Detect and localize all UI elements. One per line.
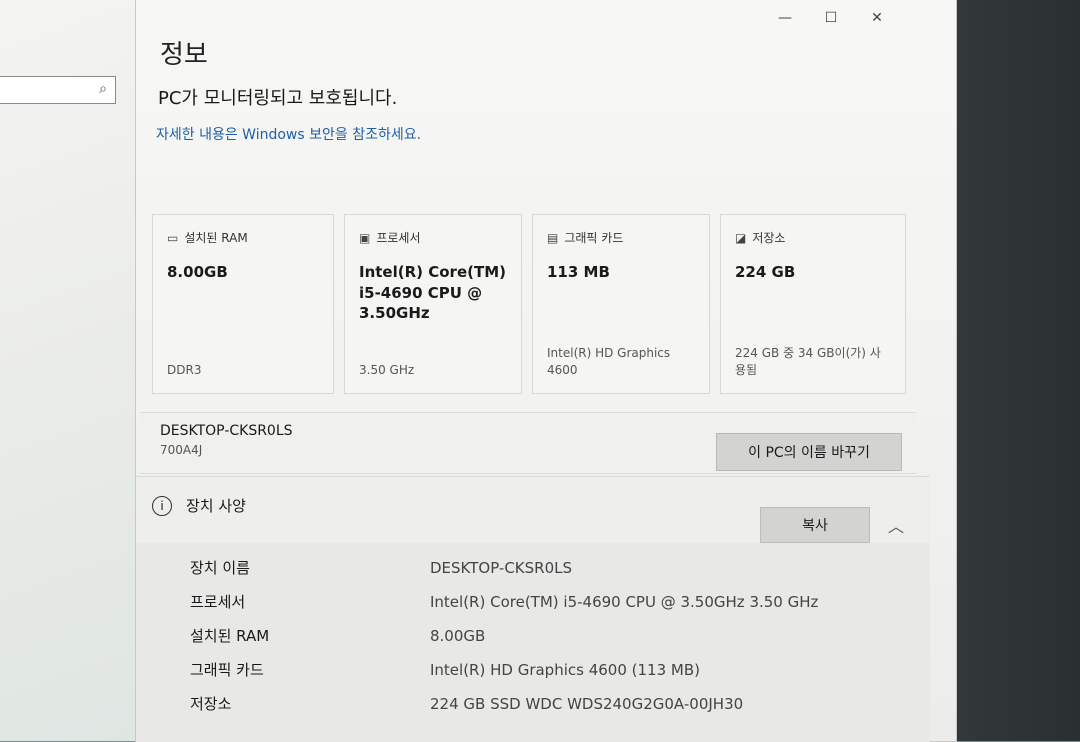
storage-icon: ◪ <box>735 230 747 245</box>
card-processor: ▣ 프로세서 Intel(R) Core(TM) i5-4690 CPU @ 3… <box>344 214 522 394</box>
spec-label: 장치 이름 <box>190 559 250 577</box>
spec-label: 그래픽 카드 <box>190 661 264 679</box>
chevron-up-icon[interactable]: ︿ <box>888 513 904 537</box>
spec-label: 프로세서 <box>190 593 246 611</box>
device-name: DESKTOP-CKSR0LS <box>160 423 293 439</box>
graphics-card-icon: ▤ <box>547 230 559 245</box>
card-graphics: ▤ 그래픽 카드 113 MB Intel(R) HD Graphics 460… <box>532 214 710 394</box>
spec-label: 저장소 <box>190 695 232 713</box>
windows-security-link[interactable]: 자세한 내용은 Windows 보안을 참조하세요. <box>156 124 421 144</box>
rename-pc-button[interactable]: 이 PC의 이름 바꾸기 <box>716 433 902 471</box>
card-label: 그래픽 카드 <box>564 231 624 245</box>
spec-row: 그래픽 카드 Intel(R) HD Graphics 4600 (113 MB… <box>136 659 930 689</box>
spec-row: 설치된 RAM 8.00GB <box>136 625 930 655</box>
ram-icon: ▭ <box>167 230 179 245</box>
spec-value: Intel(R) HD Graphics 4600 (113 MB) <box>430 661 700 679</box>
spec-value: DESKTOP-CKSR0LS <box>430 559 572 577</box>
card-value: Intel(R) Core(TM) i5-4690 CPU @ 3.50GHz <box>359 263 506 323</box>
processor-icon: ▣ <box>359 230 371 245</box>
window-controls: — ☐ ✕ <box>776 10 886 26</box>
card-footnote: 224 GB 중 34 GB이(가) 사용됨 <box>735 346 881 378</box>
page-title: 정보 <box>160 40 208 70</box>
card-footnote: DDR3 <box>167 363 202 378</box>
maximize-icon[interactable]: ☐ <box>822 10 840 26</box>
copy-button[interactable]: 복사 <box>760 507 870 543</box>
device-name-section: DESKTOP-CKSR0LS 700A4J 이 PC의 이름 바꾸기 <box>140 412 916 474</box>
device-model: 700A4J <box>160 443 203 457</box>
device-specs-title: 장치 사양 <box>186 497 246 515</box>
card-label: 설치된 RAM <box>184 231 248 245</box>
search-box[interactable]: ⌕ <box>0 76 116 104</box>
spec-value: 8.00GB <box>430 627 486 645</box>
card-ram: ▭ 설치된 RAM 8.00GB DDR3 <box>152 214 334 394</box>
info-icon: i <box>152 495 172 516</box>
close-icon[interactable]: ✕ <box>868 10 886 26</box>
device-specs-panel: i 장치 사양 복사 ︿ 장치 이름 DESKTOP-CKSR0LS 프로세서 … <box>136 476 930 742</box>
background-settings-pane: ⌕ <box>0 0 140 741</box>
device-specs-list: 장치 이름 DESKTOP-CKSR0LS 프로세서 Intel(R) Core… <box>136 543 930 742</box>
card-value: 8.00GB <box>167 263 228 281</box>
minimize-icon[interactable]: — <box>776 10 794 26</box>
protection-status: PC가 모니터링되고 보호됩니다. <box>158 88 398 109</box>
spec-row: 저장소 224 GB SSD WDC WDS240G2G0A-00JH30 <box>136 693 930 723</box>
spec-row: 장치 이름 DESKTOP-CKSR0LS <box>136 557 930 587</box>
spec-row: 프로세서 Intel(R) Core(TM) i5-4690 CPU @ 3.5… <box>136 591 930 621</box>
device-specs-header[interactable]: i 장치 사양 <box>152 495 246 516</box>
card-footnote: Intel(R) HD Graphics 4600 <box>547 346 671 378</box>
search-icon[interactable]: ⌕ <box>99 81 107 97</box>
card-storage: ◪ 저장소 224 GB 224 GB 중 34 GB이(가) 사용됨 <box>720 214 906 394</box>
card-label: 저장소 <box>752 231 786 245</box>
spec-value: 224 GB SSD WDC WDS240G2G0A-00JH30 <box>430 695 744 713</box>
card-footnote: 3.50 GHz <box>359 363 415 378</box>
card-value: 224 GB <box>735 263 796 281</box>
spec-value: Intel(R) Core(TM) i5-4690 CPU @ 3.50GHz … <box>430 593 819 611</box>
hardware-summary-cards: ▭ 설치된 RAM 8.00GB DDR3 ▣ 프로세서 Intel(R) Co… <box>152 214 912 404</box>
card-value: 113 MB <box>547 263 610 281</box>
about-settings-window: — ☐ ✕ 정보 PC가 모니터링되고 보호됩니다. 자세한 내용은 Windo… <box>136 0 956 742</box>
spec-label: 설치된 RAM <box>190 627 270 645</box>
card-label: 프로세서 <box>376 231 421 245</box>
